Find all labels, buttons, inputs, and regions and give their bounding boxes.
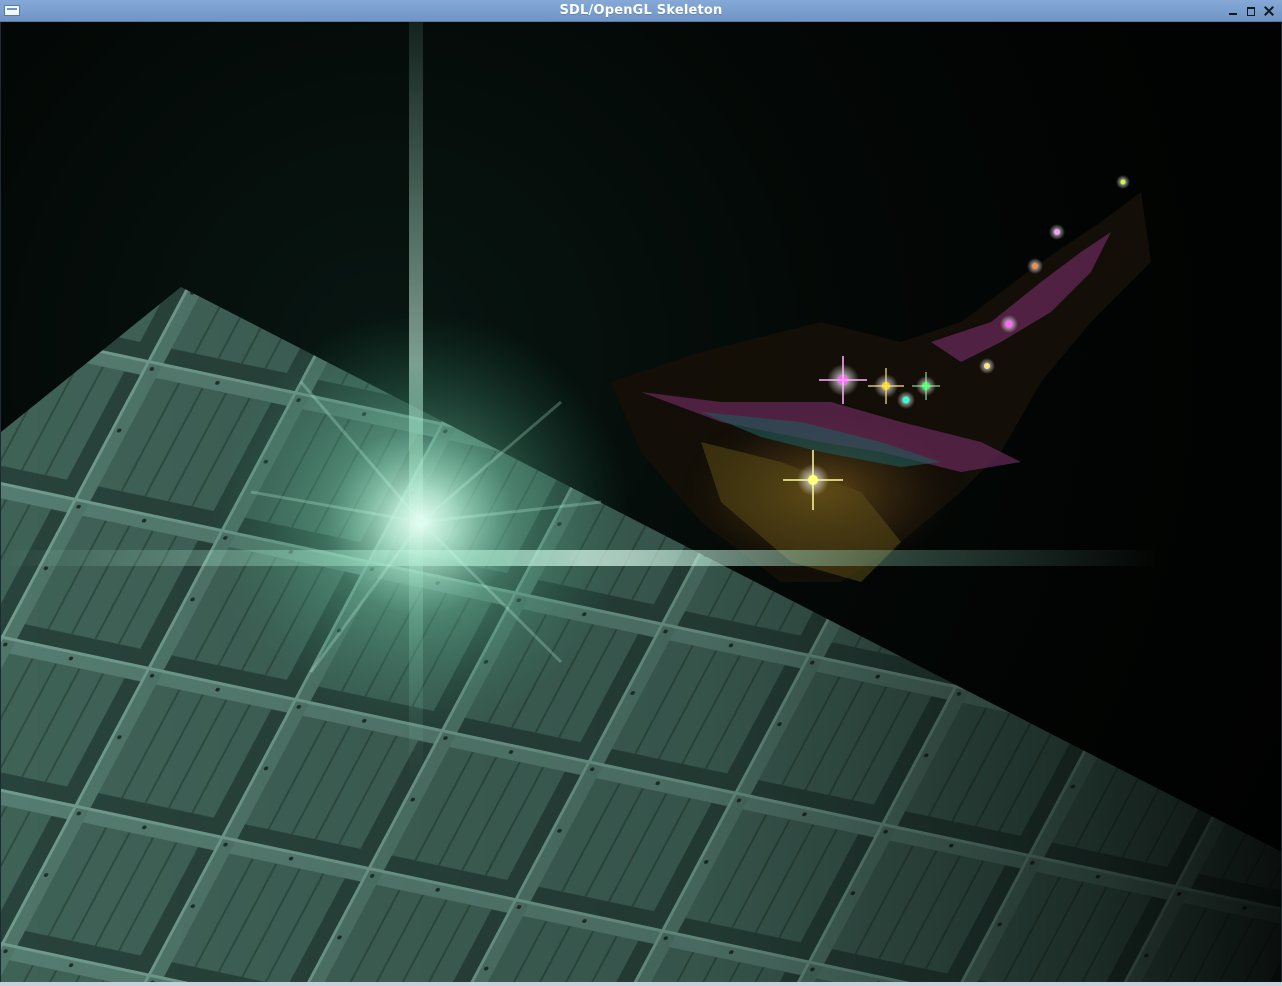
sparkle-pale-yellow bbox=[979, 358, 995, 374]
opengl-viewport[interactable] bbox=[1, 22, 1281, 982]
close-icon[interactable] bbox=[1262, 4, 1276, 18]
crate-wall bbox=[1, 287, 1281, 982]
sparkle-orange bbox=[1027, 258, 1043, 274]
minimize-icon[interactable] bbox=[1226, 4, 1240, 18]
title-bar[interactable]: SDL/OpenGL Skeleton bbox=[0, 0, 1282, 22]
scene-render bbox=[1, 22, 1281, 982]
sparkle-cyan bbox=[897, 391, 915, 409]
window-bottom-border bbox=[0, 982, 1282, 986]
sparkle-lime bbox=[1116, 175, 1130, 189]
maximize-icon[interactable] bbox=[1244, 4, 1258, 18]
sparkle-violet bbox=[1049, 224, 1065, 240]
app-window: SDL/OpenGL Skeleton bbox=[0, 0, 1282, 986]
sparkle-pink bbox=[1000, 315, 1018, 333]
window-title: SDL/OpenGL Skeleton bbox=[559, 3, 723, 18]
